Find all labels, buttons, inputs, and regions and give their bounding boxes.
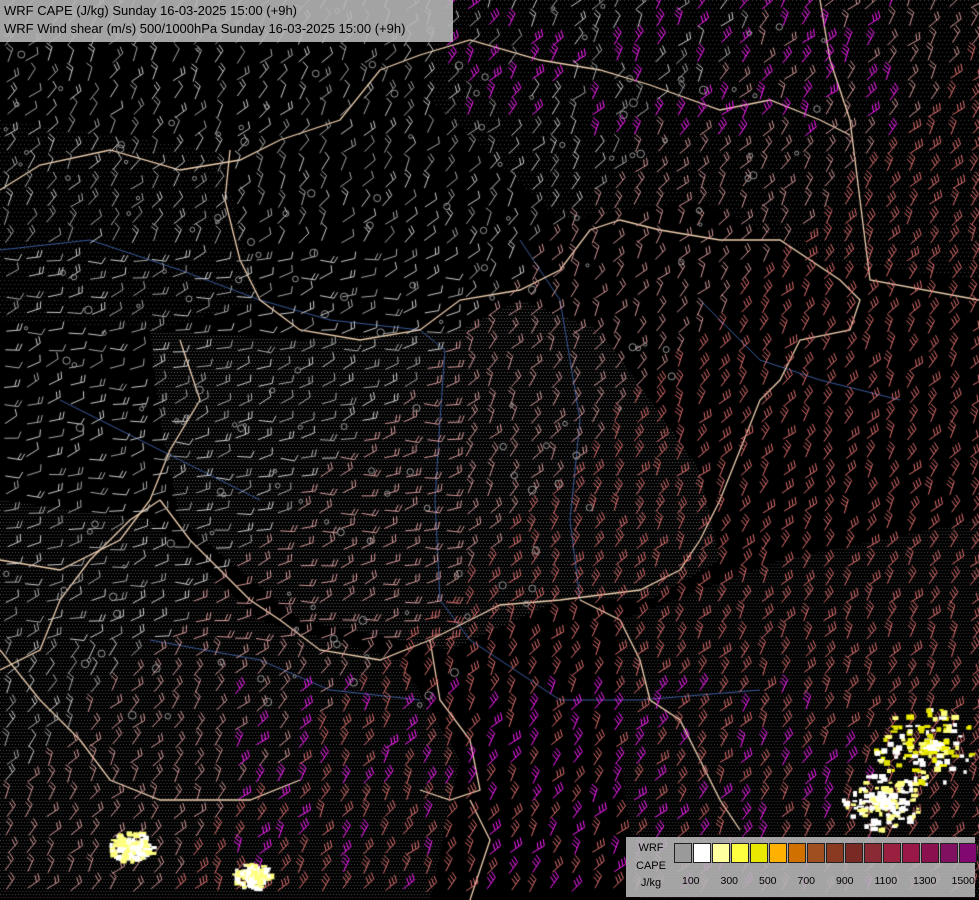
legend-tick-label: 1100 xyxy=(874,875,898,887)
legend-swatch xyxy=(712,843,730,863)
legend-swatch xyxy=(807,843,825,863)
wind-shear-title: WRF Wind shear (m/s) 500/1000hPa Sunday … xyxy=(4,21,406,36)
legend-color-scale xyxy=(674,843,979,865)
legend-swatch xyxy=(826,843,844,863)
legend-label-variable: CAPE xyxy=(636,860,666,872)
legend-label-unit: J/kg xyxy=(640,877,662,889)
cape-title: WRF CAPE (J/kg) Sunday 16-03-2025 15:00 … xyxy=(4,3,298,18)
legend-swatch xyxy=(902,843,920,863)
map-title-box: WRF CAPE (J/kg) Sunday 16-03-2025 15:00 … xyxy=(0,0,453,42)
legend-tick-label: 100 xyxy=(682,875,700,887)
legend-swatch xyxy=(769,843,787,863)
legend-swatch xyxy=(731,843,749,863)
legend-tick-label: 1500 xyxy=(951,875,975,887)
legend-tick-labels: 100 300 500 700 900 1100 1300 1500 xyxy=(674,875,975,889)
legend-tick-label: 700 xyxy=(797,875,816,887)
legend-swatch xyxy=(883,843,901,863)
legend-swatch xyxy=(845,843,863,863)
legend-tick-label: 300 xyxy=(720,875,739,887)
legend-swatch xyxy=(750,843,768,863)
legend-tick-label: 500 xyxy=(759,875,777,887)
legend-tick-label: 900 xyxy=(836,875,854,887)
legend-swatch xyxy=(674,843,692,863)
legend-swatch xyxy=(693,843,711,863)
legend-label-model: WRF xyxy=(638,842,664,854)
legend-swatch xyxy=(959,843,977,863)
legend-tick-label: 1300 xyxy=(913,875,937,887)
legend-swatch xyxy=(921,843,939,863)
cape-legend: WRF CAPE J/kg 100 300 500 700 900 1100 1300 150… xyxy=(626,837,979,897)
forecast-map-canvas xyxy=(0,0,979,900)
legend-swatch xyxy=(788,843,806,863)
legend-swatch xyxy=(940,843,958,863)
legend-swatch xyxy=(864,843,882,863)
